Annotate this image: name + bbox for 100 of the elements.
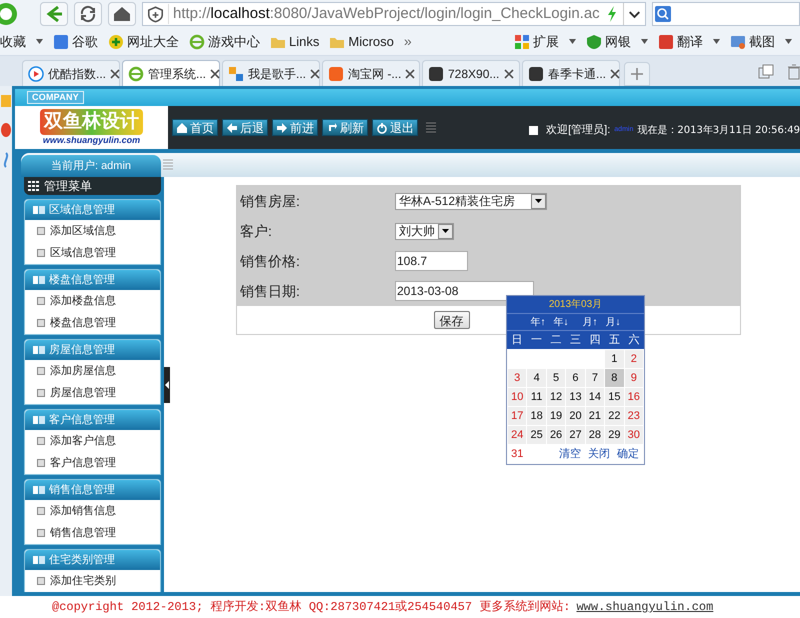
calendar-action-link[interactable]: 确定 xyxy=(617,446,639,462)
calendar-day[interactable]: 27 xyxy=(566,426,585,444)
calendar-nav-link[interactable]: 月↑ xyxy=(582,314,598,330)
calendar-day[interactable]: 6 xyxy=(566,369,585,387)
nav-button[interactable]: 首页 xyxy=(172,119,218,136)
weekday-label: 六 xyxy=(628,332,641,348)
save-button[interactable]: 保存 xyxy=(434,311,470,329)
menu-link[interactable]: 添加销售信息 xyxy=(25,500,160,522)
bookmark-link[interactable]: 游戏中心 xyxy=(189,32,260,52)
calendar-day[interactable]: 7 xyxy=(586,369,604,387)
copyright-text: @copyright 2012-2013; 程序开发:双鱼林 QQ:287307421或254540457 更多系统到网站: xyxy=(52,599,570,616)
new-tab-button[interactable] xyxy=(624,62,650,86)
calendar-day[interactable]: 29 xyxy=(605,426,624,444)
browser-tab[interactable]: 管理系统... xyxy=(122,60,220,86)
bookmark-link[interactable]: 谷歌 xyxy=(53,32,98,52)
browser-tab[interactable]: 728X90... xyxy=(422,60,520,86)
bookmark-link[interactable]: 扩展 xyxy=(514,32,559,52)
menu-link[interactable]: 添加房屋信息 xyxy=(25,360,160,382)
nav-button[interactable]: 退出 xyxy=(372,119,418,136)
menu-link[interactable]: 楼盘信息管理 xyxy=(25,312,160,334)
forward-icon xyxy=(276,122,288,134)
browser-tab[interactable]: 淘宝网 -... xyxy=(322,60,420,86)
calendar-nav-link[interactable]: 年↑ xyxy=(530,314,546,330)
home-button[interactable] xyxy=(108,2,136,26)
field-label: 销售日期: xyxy=(239,282,301,300)
bookmark-link[interactable]: 翻译 xyxy=(658,32,703,52)
bookmark-link[interactable]: 网银 xyxy=(586,32,631,52)
caret-icon xyxy=(535,199,542,203)
checkbox-icon xyxy=(529,126,538,135)
calendar-action-link[interactable]: 关闭 xyxy=(588,446,610,462)
calendar-day[interactable]: 16 xyxy=(624,388,643,406)
select-field[interactable]: 华林A-512精装住宅房 xyxy=(395,192,547,210)
close-icon xyxy=(405,68,416,78)
calendar-day[interactable]: 4 xyxy=(527,369,546,387)
browser-tab[interactable]: 春季卡通... xyxy=(522,60,620,86)
calendar-day[interactable]: 21 xyxy=(586,407,604,425)
calendar-day[interactable]: 22 xyxy=(605,407,624,425)
menu-link[interactable]: 客户信息管理 xyxy=(25,452,160,474)
calendar-nav-link[interactable]: 月↓ xyxy=(606,314,620,330)
calendar-day[interactable]: 10 xyxy=(508,388,526,406)
menu-link[interactable]: 销售信息管理 xyxy=(25,522,160,544)
url-text: http://localhost:8080/JavaWebProject/login/login_CheckLogin.ac xyxy=(172,4,601,24)
tab-favicon-icon xyxy=(528,66,544,82)
tab-favicon-icon xyxy=(328,66,344,82)
menu-link[interactable]: 添加住宅类别 xyxy=(25,570,160,592)
menu-link[interactable]: 添加区域信息 xyxy=(25,220,160,242)
page-icon xyxy=(37,507,45,515)
menu-link[interactable]: 区域信息管理 xyxy=(25,242,160,264)
calendar-day[interactable]: 3 xyxy=(508,369,526,387)
side-swirl-icon xyxy=(1,152,11,168)
calendar-day[interactable]: 14 xyxy=(586,388,604,406)
bookmark-link[interactable]: 截图 xyxy=(730,32,775,52)
close-icon xyxy=(504,68,514,78)
browser-tab[interactable]: 优酷指数... xyxy=(22,60,120,86)
website-link[interactable]: www.shuangyulin.com xyxy=(576,598,714,616)
text-field[interactable]: 108.7 xyxy=(395,251,468,271)
nav-button[interactable]: 前进 xyxy=(272,119,318,136)
calendar-day[interactable]: 2 xyxy=(624,350,643,368)
back-button[interactable] xyxy=(40,2,68,26)
calendar-day[interactable]: 17 xyxy=(508,407,526,425)
calendar-day[interactable]: 11 xyxy=(527,388,546,406)
search-field[interactable] xyxy=(652,2,800,26)
browser-tab[interactable]: 我是歌手... xyxy=(222,60,320,86)
calendar-day[interactable]: 1 xyxy=(605,350,624,368)
text-field[interactable]: 2013-03-08 xyxy=(395,281,534,301)
menu-link[interactable]: 添加楼盘信息 xyxy=(25,290,160,312)
calendar-day[interactable]: 24 xyxy=(508,426,526,444)
calendar-day[interactable]: 9 xyxy=(624,369,643,387)
calendar-day[interactable]: 5 xyxy=(546,369,566,387)
book-icon xyxy=(33,415,45,425)
calendar-day[interactable]: 20 xyxy=(566,407,585,425)
calendar-day[interactable]: 19 xyxy=(546,407,566,425)
calendar-day[interactable]: 23 xyxy=(624,407,643,425)
select-field[interactable]: 刘大帅 xyxy=(395,222,454,240)
field-label: 销售房屋: xyxy=(239,192,301,210)
calendar-day[interactable]: 30 xyxy=(624,426,643,444)
calendar-day[interactable]: 18 xyxy=(527,407,546,425)
calendar-day[interactable]: 8 xyxy=(605,369,624,387)
calendar-day[interactable]: 15 xyxy=(605,388,624,406)
tab-title: 淘宝网 -... xyxy=(348,66,402,82)
calendar-day[interactable]: 13 xyxy=(566,388,585,406)
power-icon xyxy=(376,122,388,134)
address-field[interactable]: http://localhost:8080/JavaWebProject/login/login_CheckLogin.ac xyxy=(142,2,646,26)
calendar-day[interactable]: 26 xyxy=(546,426,566,444)
bookmark-link[interactable]: 收藏 xyxy=(0,32,26,52)
refresh-button[interactable] xyxy=(74,2,102,26)
calendar-nav-link[interactable]: 年↓ xyxy=(554,314,568,330)
menu-link[interactable]: 房屋信息管理 xyxy=(25,382,160,404)
nav-button[interactable]: 后退 xyxy=(222,119,268,136)
nav-button[interactable]: 刷新 xyxy=(322,119,368,136)
calendar-day[interactable]: 28 xyxy=(586,426,604,444)
more-bookmarks-button[interactable]: » xyxy=(404,31,412,52)
tab-title: 优酷指数... xyxy=(48,66,106,82)
calendar-day[interactable]: 25 xyxy=(527,426,546,444)
menu-link[interactable]: 添加客户信息 xyxy=(25,430,160,452)
bookmark-link[interactable]: 网址大全 xyxy=(108,32,179,52)
calendar-action-link[interactable]: 清空 xyxy=(559,446,581,462)
bookmark-link[interactable]: Links xyxy=(270,32,320,52)
bookmark-link[interactable]: Microso xyxy=(329,32,394,52)
calendar-day[interactable]: 12 xyxy=(546,388,566,406)
